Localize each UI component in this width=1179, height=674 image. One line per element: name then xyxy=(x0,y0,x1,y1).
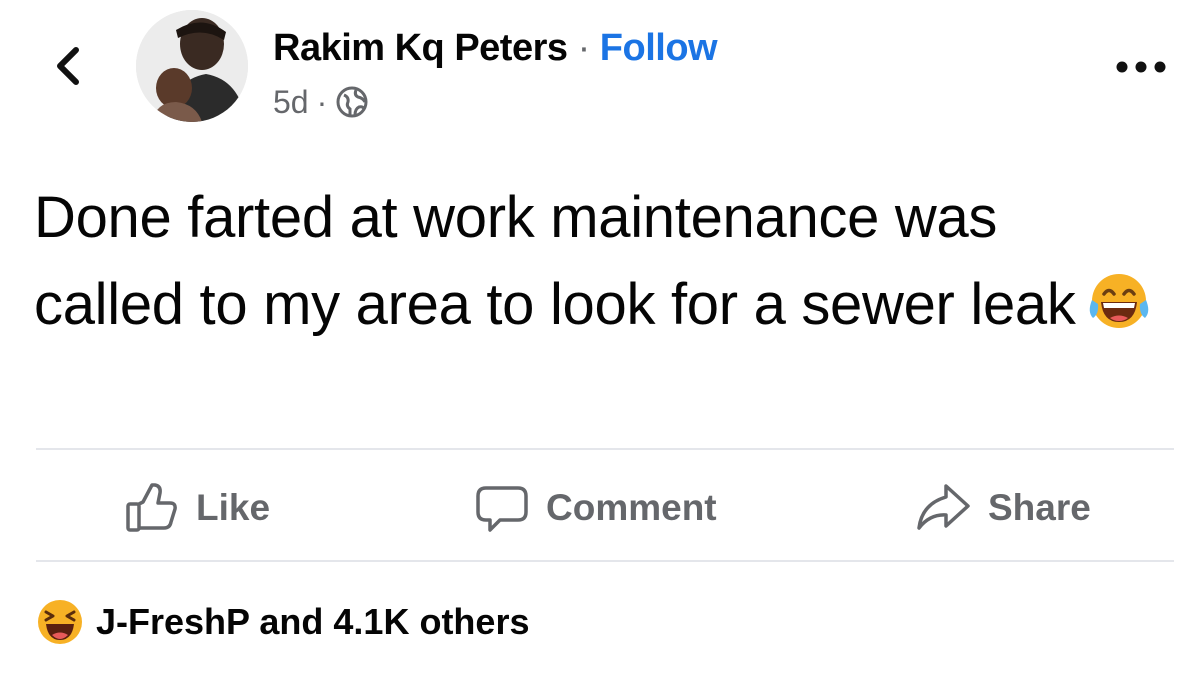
profile-photo xyxy=(136,10,248,122)
share-icon xyxy=(917,484,970,530)
divider-bottom xyxy=(36,560,1174,562)
reactions-text: J-FreshP and 4.1K others xyxy=(96,601,530,642)
post-meta: 5d · xyxy=(273,82,369,122)
comment-label: Comment xyxy=(546,487,717,528)
laughing-tears-emoji xyxy=(1089,274,1148,328)
chevron-left-icon xyxy=(57,47,79,85)
haha-reaction-icon xyxy=(38,600,82,644)
comment-icon xyxy=(476,486,528,532)
divider-top xyxy=(36,448,1174,450)
author-name[interactable]: Rakim Kq Peters xyxy=(273,27,568,69)
thumbs-up-icon xyxy=(126,483,177,532)
post-text: Done farted at work maintenance was call… xyxy=(34,185,1076,337)
back-button[interactable] xyxy=(48,44,88,88)
post-body: Done farted at work maintenance was call… xyxy=(34,174,1154,348)
reactions-summary[interactable]: J-FreshP and 4.1K others xyxy=(36,596,529,648)
more-options-button[interactable] xyxy=(1112,54,1170,80)
follow-button[interactable]: Follow xyxy=(600,27,718,69)
share-label: Share xyxy=(988,487,1091,528)
name-separator: · xyxy=(577,27,591,69)
post-header: Rakim Kq Peters · Follow xyxy=(273,26,718,70)
ellipsis-icon xyxy=(1116,61,1166,73)
avatar[interactable] xyxy=(136,10,248,122)
post-timestamp[interactable]: 5d xyxy=(273,82,309,122)
share-button[interactable]: Share xyxy=(914,478,1091,538)
meta-separator: · xyxy=(316,84,328,120)
comment-button[interactable]: Comment xyxy=(474,478,717,538)
globe-icon[interactable] xyxy=(335,85,369,119)
like-label: Like xyxy=(196,487,271,528)
like-button[interactable]: Like xyxy=(124,478,270,538)
